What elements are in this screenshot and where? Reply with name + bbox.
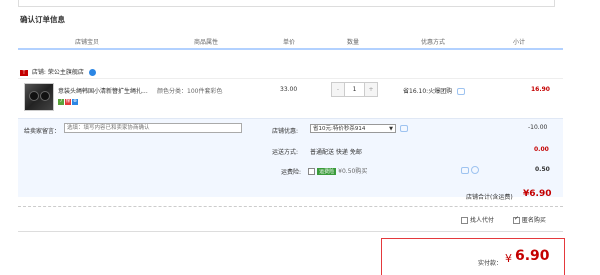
header-shop-item: 店铺宝贝 [75,39,100,46]
item-promotion-text: 省16.10:火爆团购 [403,88,453,95]
shop-label: 店铺: [31,69,46,76]
header-quantity: 数量 [347,39,360,46]
insurance-amount: 0.50 [535,166,550,173]
shop-row: T 店铺: 荣公主旗舰店 [20,67,96,76]
pay-by-friend-checkbox[interactable] [461,217,468,224]
paid-currency: ¥ [505,252,512,265]
item-row [18,78,563,119]
chevron-down-icon: ▼ [389,126,393,132]
shipping-value: 普通配送 快递 免邮 [310,149,362,156]
item-subtotal: 16.90 [531,86,550,93]
shipping-amount: 0.00 [534,146,549,153]
pay-by-friend-label: 找人代付 [469,217,494,224]
anonymous-buy-option[interactable]: 匿名购买 [513,215,546,224]
product-thumbnail[interactable] [24,83,54,111]
service-badges: 7 保 ⊕ [58,96,79,105]
insurance-option: 运费险 ¥0.50购买 [308,166,367,175]
store-total-label: 店铺合计(含运费) [466,194,513,201]
quantity-input[interactable]: 1 [344,83,365,96]
promo-info-icon[interactable] [457,88,466,95]
paid-label: 实付款： [478,260,503,267]
quantity-stepper: - 1 + [331,82,378,97]
tmall-icon: T [20,69,28,76]
paid-amount: 6.90 [515,248,550,264]
header-unit-price: 单价 [283,39,296,46]
product-spec: 颜色分类：100件套彩色 [157,88,223,95]
insurance-icons [461,166,480,174]
header-divider [18,48,563,50]
quantity-plus-button[interactable]: + [365,83,377,96]
divider [18,206,563,207]
wangwang-chat-icon[interactable] [88,69,96,76]
divider [18,231,563,232]
section-title: 确认订单信息 [20,15,65,24]
store-promo-selected: 省10元:特价秒杀914 [313,126,366,132]
insurance-tag: 运费险 [317,167,337,175]
store-promo-info-icon[interactable] [400,125,408,132]
quantity-minus-button[interactable]: - [332,83,344,96]
pay-by-friend-option[interactable]: 找人代付 [461,215,494,224]
memo-input[interactable] [64,123,242,133]
anonymous-buy-label: 匿名购买 [521,217,546,224]
insurance-label: 运费险: [281,169,302,176]
shop-name-link[interactable]: 荣公主旗舰店 [48,69,84,76]
store-total-value: ¥6.90 [523,189,552,199]
header-promotion: 优惠方式 [421,39,446,46]
credit-icon[interactable]: ⊕ [72,99,78,105]
insurance-chat-icon[interactable] [461,166,469,174]
anonymous-buy-checkbox[interactable] [513,215,520,224]
memo-label: 给卖家留言： [24,128,61,135]
item-promotion: 省16.10:火爆团购 [403,86,466,95]
seven-day-return-icon[interactable]: 7 [58,99,64,105]
unit-price: 33.00 [280,86,298,93]
guarantee-icon[interactable]: 保 [65,99,71,105]
header-attributes: 商品属性 [194,39,219,46]
insurance-text: ¥0.50购买 [338,168,368,175]
shipping-label: 运送方式: [272,149,299,156]
previous-section-box [18,0,555,7]
header-subtotal: 小计 [513,39,526,46]
help-icon[interactable] [471,166,480,174]
store-promo-label: 店铺优惠: [272,128,299,135]
store-promo-amount: -10.00 [528,124,548,131]
insurance-checkbox[interactable] [308,167,315,175]
store-promo-select[interactable]: 省10元:特价秒杀914 ▼ [310,124,396,133]
